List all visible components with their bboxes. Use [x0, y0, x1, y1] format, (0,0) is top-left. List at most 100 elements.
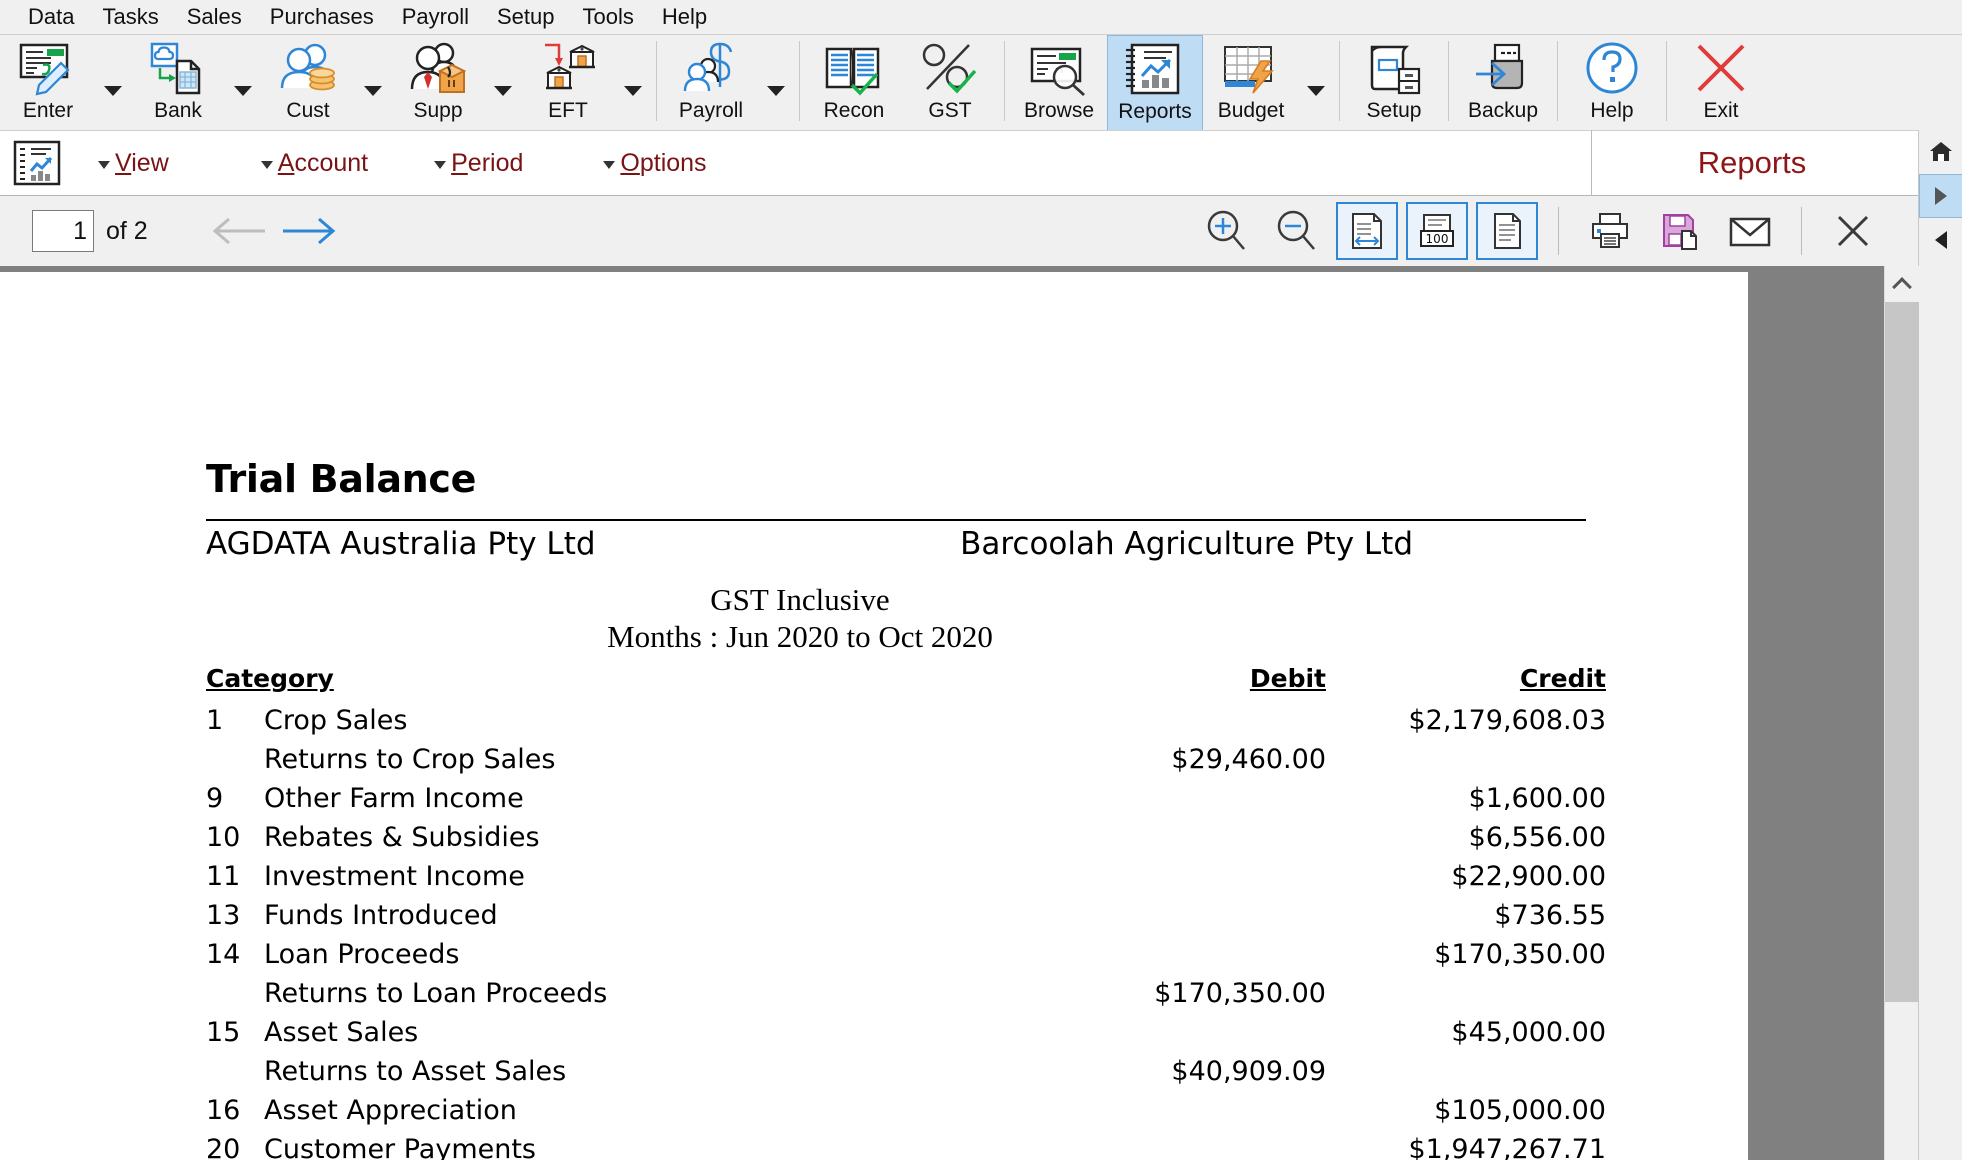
ribbon-button-bank[interactable]: Bank — [130, 35, 226, 131]
ribbon-button-budget[interactable]: Budget — [1203, 35, 1299, 131]
table-row[interactable]: Returns to Crop Sales $29,460.00 — [206, 744, 1606, 783]
context-menu-period[interactable]: Period — [424, 143, 533, 184]
home-icon[interactable] — [1919, 130, 1962, 174]
table-row[interactable]: Returns to Asset Sales $40,909.09 — [206, 1056, 1606, 1095]
zoom-in-icon[interactable] — [1196, 202, 1258, 260]
ribbon-button-setup[interactable]: Setup — [1346, 35, 1442, 131]
scroll-up-button[interactable] — [1885, 266, 1919, 302]
ribbon-button-reports[interactable]: Reports — [1107, 35, 1203, 131]
ribbon-dropdown-eft[interactable] — [616, 35, 650, 131]
chevron-down-icon — [624, 86, 642, 96]
cell-category-name: Loan Proceeds — [264, 939, 460, 970]
table-row[interactable]: 14 Loan Proceeds $170,350.00 — [206, 939, 1606, 978]
table-row[interactable]: 16 Asset Appreciation $105,000.00 — [206, 1095, 1606, 1134]
preview-toolbar: of 2 — [0, 196, 1918, 266]
vertical-scrollbar[interactable] — [1884, 266, 1919, 1160]
next-page-button[interactable] — [274, 202, 346, 260]
cell-category-number: 1 — [206, 705, 224, 736]
ribbon-dropdown-bank[interactable] — [226, 35, 260, 131]
software-vendor-label: AGDATA Australia Pty Ltd — [206, 526, 596, 562]
zoom-100-icon[interactable]: 100 — [1406, 202, 1468, 260]
ribbon-button-payroll[interactable]: Payroll — [663, 35, 759, 131]
save-icon[interactable] — [1649, 202, 1711, 260]
zoom-out-icon[interactable] — [1266, 202, 1328, 260]
panel-collapse-left-icon[interactable] — [1919, 218, 1962, 262]
cell-category-number: 20 — [206, 1134, 241, 1160]
cell-category-name: Investment Income — [264, 861, 525, 892]
menu-item-tools[interactable]: Tools — [568, 2, 647, 32]
chevron-down-icon — [494, 86, 512, 96]
ribbon-button-browse[interactable]: Browse — [1011, 35, 1107, 131]
menu-item-help[interactable]: Help — [648, 2, 721, 32]
table-row[interactable]: 13 Funds Introduced $736.55 — [206, 900, 1606, 939]
application-window: Data Tasks Sales Purchases Payroll Setup Tools… — [0, 0, 1962, 1160]
ribbon-button-backup[interactable]: Backup — [1455, 35, 1551, 131]
ribbon-button-gst[interactable]: GST — [902, 35, 998, 131]
ribbon-dropdown-budget[interactable] — [1299, 35, 1333, 131]
menu-bar: Data Tasks Sales Purchases Payroll Setup Tools… — [0, 0, 1962, 34]
table-row[interactable]: 15 Asset Sales $45,000.00 — [206, 1017, 1606, 1056]
menu-item-payroll[interactable]: Payroll — [388, 2, 483, 32]
column-header-debit: Debit — [1249, 664, 1326, 693]
scrollbar-thumb[interactable] — [1885, 302, 1919, 1002]
menu-item-data[interactable]: Data — [14, 2, 88, 32]
page-number-input[interactable] — [32, 210, 94, 252]
table-row[interactable]: 20 Customer Payments $1,947,267.71 — [206, 1134, 1606, 1160]
cell-category-number: 9 — [206, 783, 224, 814]
ribbon-dropdown-payroll[interactable] — [759, 35, 793, 131]
fit-width-icon[interactable] — [1336, 202, 1398, 260]
context-menu-label: Period — [451, 148, 524, 177]
chevron-down-icon — [98, 160, 110, 169]
ribbon-dropdown-supp[interactable] — [486, 35, 520, 131]
cell-debit — [1026, 1095, 1326, 1134]
ribbon-button-supp[interactable]: Supp — [390, 35, 486, 131]
cell-category-number: 13 — [206, 900, 241, 931]
cell-debit — [1026, 939, 1326, 978]
cell-category-number: 16 — [206, 1095, 241, 1126]
panel-expand-right-icon[interactable] — [1919, 174, 1962, 218]
ribbon-button-recon[interactable]: Recon — [806, 35, 902, 131]
cell-debit: $29,460.00 — [1171, 744, 1326, 775]
ribbon-button-enter[interactable]: Enter — [0, 35, 96, 131]
cell-credit: $1,947,267.71 — [1408, 1134, 1606, 1160]
supplier-box-icon — [407, 41, 469, 97]
table-row[interactable]: 9 Other Farm Income $1,600.00 — [206, 783, 1606, 822]
close-icon[interactable] — [1822, 202, 1884, 260]
table-row[interactable]: 11 Investment Income $22,900.00 — [206, 861, 1606, 900]
email-icon[interactable] — [1719, 202, 1781, 260]
menu-item-sales[interactable]: Sales — [173, 2, 256, 32]
print-icon[interactable] — [1579, 202, 1641, 260]
chevron-down-icon — [434, 160, 447, 169]
fit-page-icon[interactable] — [1476, 202, 1538, 260]
ribbon-button-cust[interactable]: Cust — [260, 35, 356, 131]
menu-item-setup[interactable]: Setup — [483, 2, 569, 32]
context-menu-view[interactable]: View — [88, 143, 179, 184]
cell-category-name: Returns to Loan Proceeds — [264, 978, 608, 1009]
context-menu-options[interactable]: Options — [593, 143, 716, 184]
ribbon-separator — [1666, 41, 1667, 121]
cell-category-number: 15 — [206, 1017, 241, 1048]
menu-item-tasks[interactable]: Tasks — [88, 2, 172, 32]
cell-category-number — [206, 978, 264, 1017]
table-row[interactable]: 1 Crop Sales $2,179,608.03 — [206, 705, 1606, 744]
cell-debit: $170,350.00 — [1154, 978, 1326, 1009]
previous-page-button[interactable] — [202, 202, 274, 260]
chevron-down-icon — [104, 86, 122, 96]
ribbon-dropdown-cust[interactable] — [356, 35, 390, 131]
cell-credit: $1,600.00 — [1468, 783, 1606, 814]
cell-category-number: 14 — [206, 939, 241, 970]
ribbon-button-exit[interactable]: Exit — [1673, 35, 1769, 131]
ribbon-separator — [799, 41, 800, 121]
table-row[interactable]: Returns to Loan Proceeds $170,350.00 — [206, 978, 1606, 1017]
table-row[interactable]: 10 Rebates & Subsidies $6,556.00 — [206, 822, 1606, 861]
context-menu-account[interactable]: Account — [251, 143, 378, 184]
menu-item-purchases[interactable]: Purchases — [256, 2, 388, 32]
ribbon-button-eft[interactable]: EFT — [520, 35, 616, 131]
ribbon-dropdown-enter[interactable] — [96, 35, 130, 131]
page-count-label: of 2 — [106, 216, 148, 245]
payroll-dollar-icon — [680, 41, 742, 97]
cell-credit: $105,000.00 — [1434, 1095, 1606, 1126]
cell-credit — [1326, 1056, 1606, 1095]
ribbon-button-help[interactable]: Help — [1564, 35, 1660, 131]
table-header-row: Category Debit Credit — [206, 664, 1606, 705]
